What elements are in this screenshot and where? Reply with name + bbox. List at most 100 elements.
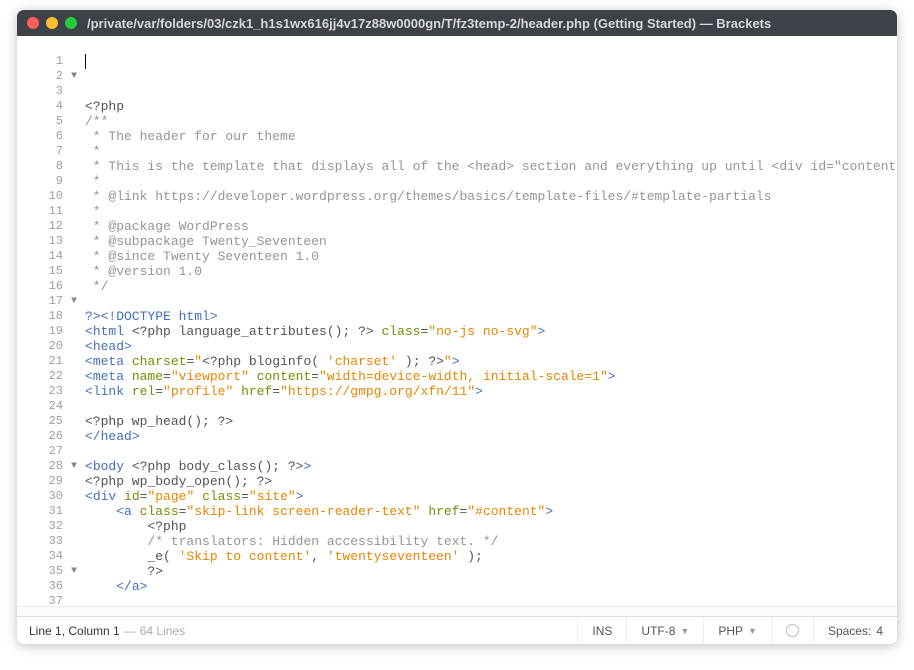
language-label: PHP [718,624,743,638]
cursor-position-text: Line 1, Column 1 [29,624,120,638]
line-number[interactable]: 11 [17,204,67,219]
window-titlebar[interactable]: /private/var/folders/03/czk1_h1s1wx616jj… [17,10,897,36]
window-title: /private/var/folders/03/czk1_h1s1wx616jj… [87,16,887,31]
close-icon[interactable] [27,17,39,29]
code-line[interactable]: <div id="page" class="site"> [85,489,897,504]
code-line[interactable]: </head> [85,429,897,444]
code-line[interactable]: <?php wp_body_open(); ?> [85,474,897,489]
code-line[interactable]: * [85,144,897,159]
insert-mode-label: INS [592,624,612,638]
code-line[interactable] [85,399,897,414]
chevron-down-icon: ▼ [748,626,757,636]
line-number[interactable]: 37 [17,594,67,606]
line-number[interactable]: 26 [17,429,67,444]
spaces-label: Spaces: [828,624,871,638]
line-number[interactable]: 36 [17,579,67,594]
circle-icon [786,624,799,637]
cursor-position[interactable]: Line 1, Column 1 — 64 Lines [17,617,197,644]
line-number[interactable]: 17▼ [17,294,67,309]
code-line[interactable]: <?php [85,519,897,534]
code-line[interactable]: * The header for our theme [85,129,897,144]
line-number[interactable]: 20 [17,339,67,354]
status-bar: Line 1, Column 1 — 64 Lines INS UTF-8 ▼ … [17,616,897,644]
line-number[interactable]: 27 [17,444,67,459]
line-number[interactable]: 35▼ [17,564,67,579]
code-line[interactable]: * @link https://developer.wordpress.org/… [85,189,897,204]
code-line[interactable]: * @package WordPress [85,219,897,234]
status-divider: — [124,624,136,638]
line-number[interactable]: 13 [17,234,67,249]
zoom-icon[interactable] [65,17,77,29]
line-number[interactable]: 12 [17,219,67,234]
editor-window: /private/var/folders/03/czk1_h1s1wx616jj… [17,10,897,644]
code-editor[interactable]: 12▼34567891011121314151617▼1819202122232… [17,36,897,606]
encoding-label: UTF-8 [641,624,675,638]
line-number[interactable]: 30 [17,489,67,504]
encoding-selector[interactable]: UTF-8 ▼ [626,617,703,644]
code-line[interactable] [85,594,897,606]
line-number[interactable]: 24 [17,399,67,414]
line-number[interactable]: 4 [17,99,67,114]
line-number[interactable]: 23 [17,384,67,399]
code-line[interactable]: _e( 'Skip to content', 'twentyseventeen'… [85,549,897,564]
code-line[interactable]: <a class="skip-link screen-reader-text" … [85,504,897,519]
line-number[interactable]: 15 [17,264,67,279]
line-number[interactable]: 28▼ [17,459,67,474]
line-number[interactable]: 16 [17,279,67,294]
horizontal-scrollbar[interactable] [17,606,897,616]
text-cursor [85,54,86,69]
line-number[interactable]: 7 [17,144,67,159]
line-number[interactable]: 31 [17,504,67,519]
line-number[interactable]: 19 [17,324,67,339]
line-number[interactable]: 6 [17,129,67,144]
lint-status[interactable] [771,617,813,644]
code-line[interactable]: * @version 1.0 [85,264,897,279]
code-line[interactable]: */ [85,279,897,294]
line-number[interactable]: 34 [17,549,67,564]
code-line[interactable]: /** [85,114,897,129]
line-number[interactable]: 21 [17,354,67,369]
language-selector[interactable]: PHP ▼ [703,617,771,644]
code-line[interactable]: </a> [85,579,897,594]
code-line[interactable]: <link rel="profile" href="https://gmpg.o… [85,384,897,399]
spaces-value: 4 [876,624,883,638]
code-line[interactable]: * [85,204,897,219]
code-line[interactable]: * @since Twenty Seventeen 1.0 [85,249,897,264]
code-line[interactable]: <body <?php body_class(); ?>> [85,459,897,474]
code-line[interactable]: <meta charset="<?php bloginfo( 'charset'… [85,354,897,369]
line-number-gutter[interactable]: 12▼34567891011121314151617▼1819202122232… [17,36,71,606]
code-area[interactable]: <?php/** * The header for our theme * * … [71,36,897,606]
line-number[interactable]: 2▼ [17,69,67,84]
code-line[interactable] [85,294,897,309]
line-number[interactable]: 3 [17,84,67,99]
code-line[interactable]: <meta name="viewport" content="width=dev… [85,369,897,384]
line-number[interactable]: 18 [17,309,67,324]
code-line[interactable]: /* translators: Hidden accessibility tex… [85,534,897,549]
line-number[interactable]: 14 [17,249,67,264]
line-number[interactable]: 29 [17,474,67,489]
line-number[interactable]: 32 [17,519,67,534]
chevron-down-icon: ▼ [680,626,689,636]
line-number[interactable]: 25 [17,414,67,429]
line-number[interactable]: 9 [17,174,67,189]
traffic-lights [27,17,77,29]
code-line[interactable]: <?php wp_head(); ?> [85,414,897,429]
line-number[interactable]: 8 [17,159,67,174]
line-number[interactable]: 10 [17,189,67,204]
line-number[interactable]: 33 [17,534,67,549]
minimize-icon[interactable] [46,17,58,29]
code-line[interactable] [85,444,897,459]
code-line[interactable]: <head> [85,339,897,354]
indentation-selector[interactable]: Spaces: 4 [813,617,897,644]
code-line[interactable]: * [85,174,897,189]
code-line[interactable]: <html <?php language_attributes(); ?> cl… [85,324,897,339]
code-line[interactable]: * This is the template that displays all… [85,159,897,174]
line-number[interactable]: 22 [17,369,67,384]
line-number[interactable]: 1 [17,54,67,69]
code-line[interactable]: <?php [85,99,897,114]
code-line[interactable]: ?><!DOCTYPE html> [85,309,897,324]
line-number[interactable]: 5 [17,114,67,129]
code-line[interactable]: ?> [85,564,897,579]
code-line[interactable]: * @subpackage Twenty_Seventeen [85,234,897,249]
insert-mode-toggle[interactable]: INS [577,617,626,644]
